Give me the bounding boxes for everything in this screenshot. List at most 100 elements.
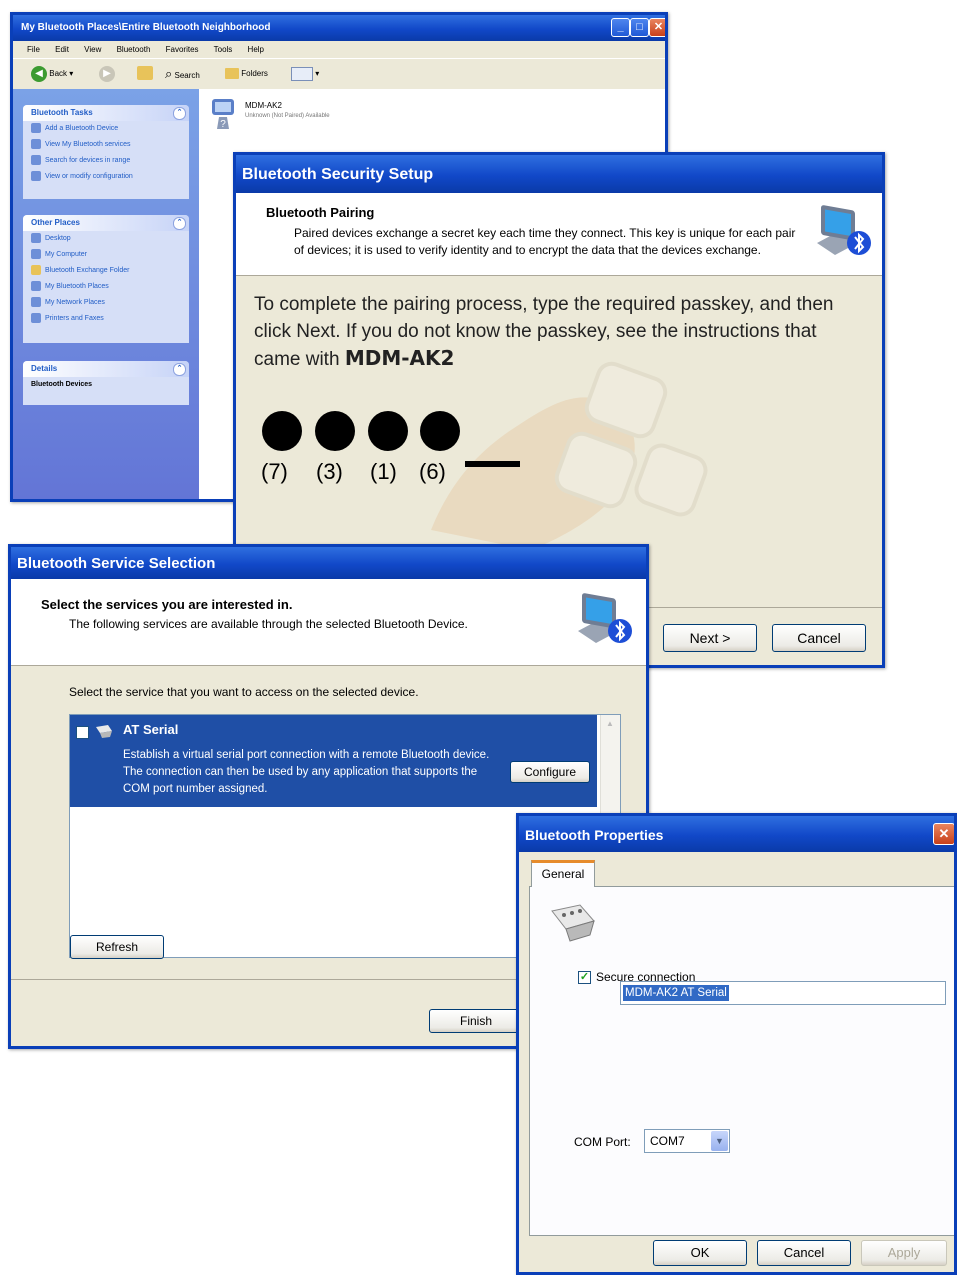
passkey-input-cursor[interactable] <box>465 461 520 467</box>
collapse-chevron-icon[interactable]: ⌃ <box>173 363 186 376</box>
bluetooth-tasks-panel: Bluetooth Tasks ⌃ Add a Bluetooth Device … <box>23 105 189 199</box>
properties-titlebar[interactable]: Bluetooth Properties <box>519 816 954 852</box>
chevron-down-icon[interactable]: ▼ <box>711 1131 728 1151</box>
next-button[interactable]: Next > <box>663 624 757 652</box>
task-search-devices[interactable]: Search for devices in range <box>23 153 189 169</box>
collapse-chevron-icon[interactable]: ⌃ <box>173 217 186 230</box>
finish-button[interactable]: Finish <box>429 1009 523 1033</box>
service-header-title: Select the services you are interested i… <box>41 597 293 612</box>
com-port-select[interactable]: COM7 ▼ <box>644 1129 730 1153</box>
services-icon <box>31 139 41 150</box>
properties-close-button[interactable]: ✕ <box>933 823 954 845</box>
tab-general[interactable]: General <box>531 860 595 887</box>
bluetooth-tasks-title: Bluetooth Tasks <box>31 108 93 117</box>
collapse-chevron-icon[interactable]: ⌃ <box>173 107 186 120</box>
details-header[interactable]: Details ⌃ <box>23 361 189 377</box>
place-network-places[interactable]: My Network Places <box>23 295 189 311</box>
search-icon: ⌕ <box>165 66 173 81</box>
service-name-value: MDM-AK2 AT Serial <box>623 985 729 1001</box>
passkey-dot-1 <box>262 411 302 451</box>
folder-icon <box>31 265 41 276</box>
svg-text:?: ? <box>220 119 226 130</box>
place-printers[interactable]: Printers and Faxes <box>23 311 189 327</box>
views-button[interactable]: ▾ <box>291 66 319 82</box>
task-add-device[interactable]: Add a Bluetooth Device <box>23 121 189 137</box>
secure-connection-label: Secure connection <box>596 970 696 984</box>
back-arrow-icon: ◀ <box>31 66 47 82</box>
other-places-panel: Other Places ⌃ Desktop My Computer Blueto… <box>23 215 189 343</box>
details-panel: Details ⌃ Bluetooth Devices <box>23 361 189 405</box>
place-my-computer[interactable]: My Computer <box>23 247 189 263</box>
bluetooth-tasks-header[interactable]: Bluetooth Tasks ⌃ <box>23 105 189 121</box>
ok-button[interactable]: OK <box>653 1240 747 1266</box>
menu-bluetooth[interactable]: Bluetooth <box>117 45 151 54</box>
other-places-header[interactable]: Other Places ⌃ <box>23 215 189 231</box>
device-item[interactable]: ? MDM-AK2 Unknown (Not Paired) Available <box>209 97 409 133</box>
security-cancel-button[interactable]: Cancel <box>772 624 866 652</box>
printer-icon <box>31 313 41 324</box>
place-exchange-folder[interactable]: Bluetooth Exchange Folder <box>23 263 189 279</box>
menu-help[interactable]: Help <box>248 45 264 54</box>
service-checkbox[interactable] <box>76 726 89 739</box>
back-button[interactable]: ◀ Back ▾ <box>31 66 73 82</box>
service-header: Select the services you are interested i… <box>11 579 646 666</box>
search-devices-icon <box>31 155 41 166</box>
bluetooth-computer-icon <box>578 593 632 643</box>
configure-button[interactable]: Configure <box>510 761 590 783</box>
folders-icon <box>225 68 239 80</box>
bluetooth-device-icon: ? <box>212 99 234 130</box>
properties-dialog: Bluetooth Properties ✕ General MDM-AK2 A… <box>516 813 957 1275</box>
passkey-dot-2 <box>315 411 355 451</box>
maximize-button[interactable]: □ <box>630 18 649 37</box>
forward-arrow-icon: ▶ <box>99 66 115 82</box>
menu-favorites[interactable]: Favorites <box>166 45 199 54</box>
service-name: AT Serial <box>123 722 179 737</box>
task-label: Add a Bluetooth Device <box>45 125 119 132</box>
place-label: My Network Places <box>45 299 105 306</box>
apply-button[interactable]: Apply <box>861 1240 947 1266</box>
up-folder-button[interactable] <box>137 66 153 82</box>
service-name-field[interactable]: MDM-AK2 AT Serial <box>620 981 946 1005</box>
place-label: Desktop <box>45 235 71 242</box>
properties-cancel-button[interactable]: Cancel <box>757 1240 851 1266</box>
menu-view[interactable]: View <box>84 45 101 54</box>
refresh-button[interactable]: Refresh <box>70 935 164 959</box>
service-prompt: Select the service that you want to acce… <box>69 685 419 699</box>
secure-connection-checkbox[interactable]: ✓ <box>578 971 591 984</box>
details-value: Bluetooth Devices <box>23 377 189 393</box>
place-desktop[interactable]: Desktop <box>23 231 189 247</box>
security-titlebar[interactable]: Bluetooth Security Setup <box>236 155 882 193</box>
explorer-title: My Bluetooth Places\Entire Bluetooth Nei… <box>21 22 271 33</box>
passkey-digit-3: (1) <box>370 459 397 484</box>
com-port-value: COM7 <box>650 1134 685 1148</box>
task-modify-config[interactable]: View or modify configuration <box>23 169 189 185</box>
task-label: View My Bluetooth services <box>45 141 131 148</box>
passkey-dot-3 <box>368 411 408 451</box>
up-folder-icon <box>137 66 153 80</box>
menu-edit[interactable]: Edit <box>55 45 69 54</box>
security-header: Bluetooth Pairing Paired devices exchang… <box>236 193 882 276</box>
menu-tools[interactable]: Tools <box>214 45 233 54</box>
place-label: Bluetooth Exchange Folder <box>45 267 130 274</box>
search-button[interactable]: ⌕ Search <box>165 66 200 82</box>
details-label: Bluetooth Devices <box>31 381 93 388</box>
views-icon <box>291 66 313 81</box>
place-bluetooth-places[interactable]: My Bluetooth Places <box>23 279 189 295</box>
place-label: My Computer <box>45 251 88 258</box>
close-button[interactable]: ✕ <box>649 18 665 37</box>
minimize-button[interactable]: _ <box>611 18 630 37</box>
task-pane: Bluetooth Tasks ⌃ Add a Bluetooth Device … <box>13 89 199 499</box>
folders-button[interactable]: Folders <box>225 66 268 82</box>
task-label: View or modify configuration <box>45 173 133 180</box>
service-item-at-serial[interactable]: AT Serial Establish a virtual serial por… <box>70 715 597 807</box>
menu-bar: File Edit View Bluetooth Favorites Tools… <box>13 41 665 58</box>
service-titlebar[interactable]: Bluetooth Service Selection <box>11 547 646 579</box>
forward-button[interactable]: ▶ <box>99 66 115 82</box>
task-view-services[interactable]: View My Bluetooth services <box>23 137 189 153</box>
explorer-titlebar[interactable]: My Bluetooth Places\Entire Bluetooth Nei… <box>13 15 665 41</box>
details-title: Details <box>31 364 58 373</box>
properties-title: Bluetooth Properties <box>525 827 664 843</box>
menu-file[interactable]: File <box>27 45 40 54</box>
passkey-digit-4: (6) <box>419 459 446 484</box>
scroll-up-arrow-icon[interactable]: ▲ <box>603 719 617 733</box>
